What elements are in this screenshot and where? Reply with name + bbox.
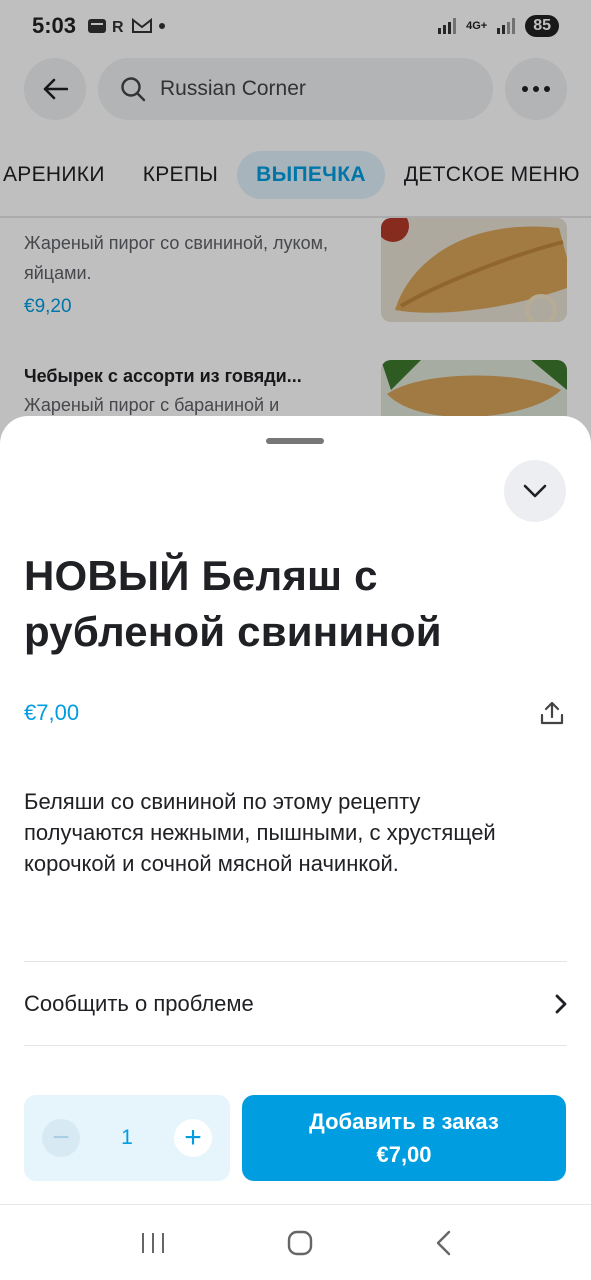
divider	[24, 1045, 567, 1046]
share-icon	[540, 701, 564, 725]
drag-handle[interactable]	[266, 438, 324, 444]
increase-quantity-button[interactable]: +	[174, 1119, 212, 1157]
report-problem-row[interactable]: Сообщить о проблеме	[24, 962, 567, 1046]
decrease-quantity-button[interactable]: −	[42, 1119, 80, 1157]
add-to-order-label: Добавить в заказ	[309, 1109, 499, 1134]
report-problem-label: Сообщить о проблеме	[24, 991, 254, 1016]
add-to-order-price: €7,00	[376, 1142, 432, 1167]
back-nav-icon[interactable]	[435, 1230, 451, 1256]
quantity-stepper: − 1 +	[24, 1095, 230, 1181]
add-to-order-button[interactable]: Добавить в заказ €7,00	[242, 1095, 566, 1181]
product-sheet: НОВЫЙ Беляш с рубленой свининой €7,00 Бе…	[0, 416, 591, 1280]
product-price: €7,00	[24, 700, 80, 725]
chevron-right-icon	[555, 994, 567, 1014]
collapse-button[interactable]	[504, 460, 566, 522]
system-nav-bar	[0, 1204, 591, 1280]
home-icon[interactable]	[286, 1229, 314, 1257]
quantity-value: 1	[121, 1126, 133, 1149]
recent-apps-icon[interactable]	[140, 1231, 166, 1255]
product-title: НОВЫЙ Беляш с рубленой свининой	[24, 552, 442, 655]
product-description: Беляши со свининой по этому рецепту полу…	[24, 789, 496, 876]
chevron-down-icon	[523, 484, 547, 498]
share-button[interactable]	[537, 698, 567, 728]
